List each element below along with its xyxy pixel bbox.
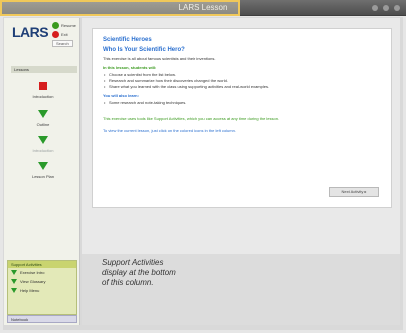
red-status-icon bbox=[52, 31, 59, 38]
notebook-tab[interactable]: Notebook bbox=[7, 315, 77, 323]
support-item-label: Exercise Intro bbox=[20, 270, 45, 275]
annotation-line: Support Activities bbox=[102, 258, 164, 267]
exit-control[interactable]: Exit bbox=[52, 31, 76, 38]
green-down-arrow-icon bbox=[11, 279, 17, 284]
support-item-view-glossary[interactable]: View Glossary bbox=[8, 277, 76, 286]
nav-item-introduction-2[interactable]: Introduction bbox=[16, 136, 70, 153]
navigation-note: To view the current lesson, just click o… bbox=[103, 128, 236, 133]
list-item: Share what you learned with the class us… bbox=[103, 84, 381, 90]
goals-heading: In this lesson, students will: bbox=[103, 65, 157, 70]
nav-item-label: Lesson Plan bbox=[31, 174, 54, 179]
green-down-arrow-icon bbox=[38, 110, 48, 118]
nav-item-lesson-plan[interactable]: Lesson Plan bbox=[16, 162, 70, 179]
also-list: Some research and note-taking techniques… bbox=[103, 100, 381, 106]
lesson-subtitle: Who Is Your Scientific Hero? bbox=[103, 47, 185, 53]
annotation-caption: Support Activities display at the bottom… bbox=[102, 258, 252, 288]
support-item-label: View Glossary bbox=[20, 279, 46, 284]
goals-list: Choose a scientist from the list below. … bbox=[103, 72, 381, 90]
green-down-arrow-icon bbox=[11, 288, 17, 293]
nav-item-label: Outline bbox=[36, 122, 50, 127]
green-down-arrow-icon bbox=[38, 162, 48, 170]
lesson-intro: This exercise is all about famous scient… bbox=[103, 56, 216, 61]
green-status-icon bbox=[52, 22, 59, 29]
minimize-icon[interactable] bbox=[372, 5, 378, 11]
highlight-callout-box bbox=[0, 0, 240, 16]
search-button[interactable]: Search bbox=[52, 40, 73, 47]
annotation-line: of this column. bbox=[102, 278, 154, 287]
also-heading: You will also learn: bbox=[103, 93, 139, 98]
next-activity-button[interactable]: Next Activity ▸ bbox=[329, 187, 379, 197]
exit-label: Exit bbox=[61, 32, 68, 37]
status-controls: Resume Exit Search bbox=[52, 22, 76, 47]
support-item-label: Help Menu bbox=[20, 288, 40, 293]
support-activities-header[interactable]: Support Activities bbox=[8, 261, 76, 268]
nav-item-introduction[interactable]: Introduction bbox=[16, 82, 70, 99]
lesson-content-card: Scientific Heroes Who Is Your Scientific… bbox=[92, 28, 392, 208]
annotation-line: display at the bottom bbox=[102, 268, 176, 277]
support-activities-panel: Support Activities Exercise Intro View G… bbox=[7, 260, 77, 315]
nav-item-label: Introduction bbox=[32, 94, 54, 99]
red-square-icon bbox=[39, 82, 47, 90]
maximize-icon[interactable] bbox=[383, 5, 389, 11]
nav-item-label: Introduction bbox=[32, 148, 54, 153]
support-item-help-menu[interactable]: Help Menu bbox=[8, 286, 76, 295]
close-icon[interactable] bbox=[394, 5, 400, 11]
lessons-section-header: Lessons bbox=[11, 66, 77, 73]
support-note: This exercise uses tools like Support Ac… bbox=[103, 116, 280, 121]
lesson-title: Scientific Heroes bbox=[103, 37, 152, 43]
green-down-arrow-icon bbox=[38, 136, 48, 144]
resume-label: Resume bbox=[61, 23, 76, 28]
list-item: Some research and note-taking techniques… bbox=[103, 100, 381, 106]
nav-item-outline[interactable]: Outline bbox=[16, 110, 70, 127]
support-item-exercise-intro[interactable]: Exercise Intro bbox=[8, 268, 76, 277]
green-down-arrow-icon bbox=[11, 270, 17, 275]
app-logo: LARS bbox=[12, 24, 49, 40]
resume-control[interactable]: Resume bbox=[52, 22, 76, 29]
window-controls bbox=[372, 5, 400, 11]
